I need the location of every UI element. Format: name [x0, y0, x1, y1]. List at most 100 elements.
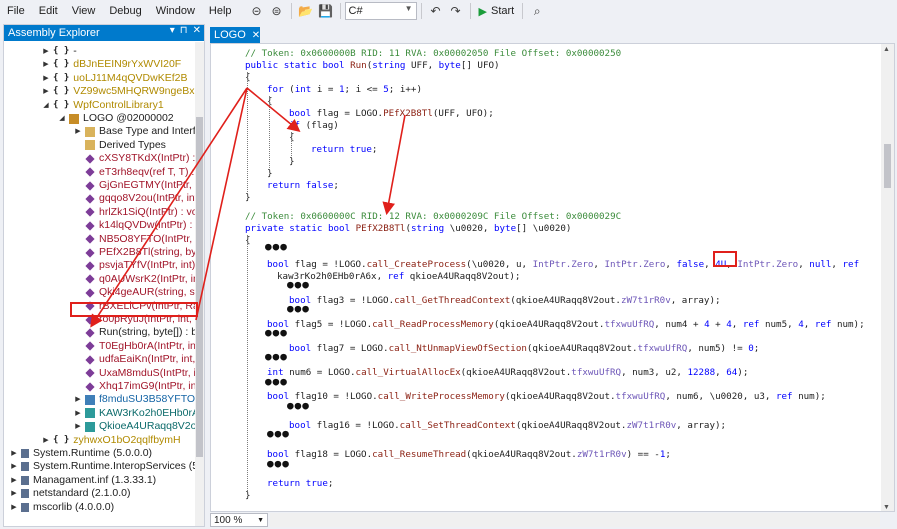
tree-row[interactable]: ▶{ } zyhwxO1bO2qqlfbymH [42, 434, 180, 447]
tree-row[interactable]: ▶ Base Type and Interfac [74, 125, 196, 138]
expand-icon[interactable]: ▶ [10, 460, 18, 473]
open-icon[interactable]: 📂 [296, 2, 316, 20]
code-token: , [593, 259, 605, 270]
collapsed-region-icon[interactable]: ●●● [287, 399, 310, 412]
tree-row-label: KAW3rKo2h0EHb0rA6 [99, 406, 196, 419]
save-icon[interactable]: 💾 [316, 2, 336, 20]
code-scrollbar[interactable]: ▲ ▼ [881, 44, 894, 511]
zoom-value: 100 % [214, 514, 243, 526]
tree-row[interactable]: ▶ netstandard (2.1.0.0) [10, 487, 130, 500]
expand-icon[interactable]: ▶ [74, 125, 82, 138]
collapsed-region-icon[interactable]: ●●● [265, 375, 288, 388]
collapsed-region-icon[interactable]: ●●● [265, 240, 288, 253]
tree-row[interactable]: NB5O8YFTO(IntPtr, int [74, 233, 196, 246]
expand-icon[interactable]: ▶ [10, 447, 18, 460]
pin-icon[interactable]: ⊓ [180, 25, 188, 36]
menu-help[interactable]: Help [202, 0, 239, 22]
tree-row[interactable]: ▶{ } - [42, 45, 76, 58]
code-token: , [798, 259, 810, 270]
expand-icon[interactable]: ▶ [74, 420, 82, 433]
tree-row[interactable]: ▶ KAW3rKo2h0EHb0rA6 [74, 407, 196, 420]
collapsed-region-icon[interactable]: ●●● [267, 427, 290, 440]
undo-icon[interactable]: ↶ [426, 2, 446, 20]
code-line: kaw3rKo2h0EHb0rA6x, ref qkioeA4URaqq8V2o… [277, 271, 520, 283]
tree-row[interactable]: q0AUWsrK2(IntPtr, int [74, 273, 196, 286]
tree-row[interactable]: cXSY8TKdX(IntPtr) : Ra [74, 152, 196, 165]
tree-row[interactable]: ▶ System.Runtime (5.0.0.0) [10, 447, 152, 460]
back-icon[interactable]: ⊝ [247, 2, 267, 20]
start-button[interactable]: ▶ Start [475, 5, 519, 18]
forward-icon[interactable]: ⊜ [267, 2, 287, 20]
expand-icon[interactable]: ▶ [42, 58, 50, 71]
tree-row[interactable]: ▶{ } VZ99wc5MHQRW9ngeBx [42, 85, 194, 98]
collapsed-region-icon[interactable]: ●●● [287, 302, 310, 315]
tree-row[interactable]: Run(string, byte[]) : bo [74, 326, 196, 339]
tree-row[interactable]: gqqo8V2ou(IntPtr, int, [74, 192, 196, 205]
expand-icon[interactable]: ▶ [74, 407, 82, 420]
tree-row[interactable]: PEfX2B8Tl(string, byte [74, 246, 196, 259]
tree-row[interactable]: GjGnEGTMY(IntPtr, int [74, 179, 196, 192]
language-select[interactable]: C# ▼ [344, 2, 417, 20]
tree-row[interactable]: Qki4geAUR(string, stri [74, 286, 196, 299]
scroll-up-icon[interactable]: ▲ [883, 46, 890, 53]
tree-row[interactable]: T0EgHb0rA(IntPtr, int[ [74, 340, 196, 353]
horizontal-scrollbar[interactable] [270, 513, 880, 527]
expand-icon[interactable]: ▶ [42, 85, 50, 98]
menu-view[interactable]: View [65, 0, 103, 22]
menu-window[interactable]: Window [149, 0, 202, 22]
tree-row[interactable]: Derived Types [74, 139, 166, 152]
tree-row[interactable]: ◢{ } WpfControlLibrary1 [42, 99, 163, 112]
code-token: ); [737, 367, 749, 378]
tree-row[interactable]: psvjaTYfV(IntPtr, int) : [74, 259, 196, 272]
tree-scrollbar[interactable] [195, 42, 204, 526]
play-icon: ▶ [478, 5, 487, 18]
expand-icon[interactable]: ▶ [10, 501, 18, 514]
expand-icon[interactable]: ▶ [42, 45, 50, 58]
tree-row[interactable]: Xhq17imG9(IntPtr, int, [74, 380, 196, 393]
collapsed-region-icon[interactable]: ●●● [287, 278, 310, 291]
tree-row[interactable]: ▶ Managament.inf (1.3.33.1) [10, 474, 156, 487]
chevron-down-icon: ▼ [404, 4, 413, 13]
code-editor: // Token: 0x0600000B RID: 11 RVA: 0x0000… [210, 43, 895, 512]
close-icon[interactable]: ✕ [193, 25, 201, 36]
tree-row[interactable]: hrlZk1SiQ(IntPtr) : voic [74, 206, 196, 219]
collapsed-region-icon[interactable]: ●●● [265, 350, 288, 363]
tree-row[interactable]: ▶ System.Runtime.InteropServices (5.0 [10, 460, 196, 473]
tree-row[interactable]: ▶ mscorlib (4.0.0.0) [10, 501, 114, 514]
redo-icon[interactable]: ↷ [446, 2, 466, 20]
tree-row[interactable]: ▶ f8mduSU3B58YFTOvd [74, 393, 196, 406]
fold-guide [291, 132, 292, 156]
expand-icon[interactable]: ◢ [42, 99, 50, 112]
close-tab-icon[interactable]: ✕ [252, 30, 260, 41]
zoom-select[interactable]: 100 % ▼ [210, 513, 268, 527]
expand-icon[interactable]: ▶ [74, 393, 82, 406]
code-scrollbar-thumb[interactable] [884, 144, 891, 188]
tree-row[interactable]: ▶{ } dBJnEEIN9rYxWVI20F [42, 58, 181, 71]
code-line: if (flag) [289, 120, 339, 132]
tree-row[interactable]: ▶{ } uoLJ11M4qQVDwKEf2B [42, 72, 187, 85]
dropdown-icon[interactable]: ▾ [170, 25, 175, 36]
tree-scrollbar-thumb[interactable] [196, 117, 203, 457]
collapsed-region-icon[interactable]: ●●● [267, 457, 290, 470]
code-token: 12288 [687, 367, 716, 378]
expand-icon[interactable]: ▶ [10, 487, 18, 500]
tree-row[interactable]: eT3rh8eqv(ref T, T) : T [74, 166, 196, 179]
tree-row[interactable]: k14lqQVDw(IntPtr) : in [74, 219, 196, 232]
tab-logo[interactable]: LOGO ✕ [210, 27, 260, 43]
menu-debug[interactable]: Debug [102, 0, 148, 22]
tree-row[interactable]: udfaEaiKn(IntPtr, int, i [74, 353, 196, 366]
tree-row[interactable]: ◢ LOGO @02000002 [58, 112, 173, 125]
code-token: (UFF, UFO); [432, 108, 494, 119]
search-icon[interactable]: ⌕ [527, 2, 547, 20]
collapsed-region-icon[interactable]: ●●● [265, 326, 288, 339]
expand-icon[interactable]: ▶ [10, 474, 18, 487]
tree-row[interactable]: ▶ QkioeA4URaqq8V2out [74, 420, 196, 433]
expand-icon[interactable]: ▶ [42, 434, 50, 447]
expand-icon[interactable]: ◢ [58, 112, 66, 125]
menu-edit[interactable]: Edit [32, 0, 65, 22]
menu-file[interactable]: File [0, 0, 32, 22]
code-token: , [803, 319, 815, 330]
expand-icon[interactable]: ▶ [42, 72, 50, 85]
tree-row[interactable]: UxaM8mduS(IntPtr, int [74, 367, 196, 380]
scroll-down-icon[interactable]: ▼ [883, 504, 890, 511]
